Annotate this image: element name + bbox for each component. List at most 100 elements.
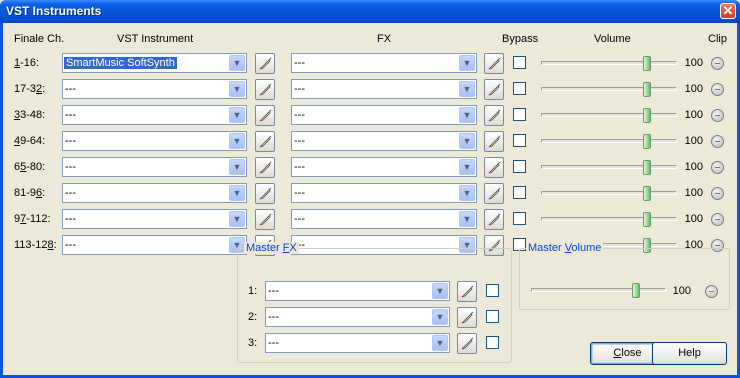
chevron-down-icon[interactable]: ▼	[459, 159, 475, 175]
title-bar[interactable]: VST Instruments ✕	[0, 0, 740, 23]
edit-master-fx-button[interactable]	[457, 307, 477, 328]
fx-select[interactable]: --- ▼	[291, 131, 477, 151]
volume-slider[interactable]	[541, 61, 677, 65]
vst-instrument-select[interactable]: --- ▼	[62, 235, 247, 255]
chevron-down-icon[interactable]: ▼	[229, 211, 245, 227]
edit-instrument-button[interactable]	[255, 131, 275, 152]
edit-fx-button[interactable]	[484, 131, 504, 152]
master-volume-slider[interactable]	[531, 288, 666, 292]
fx-select[interactable]: --- ▼	[291, 105, 477, 125]
clip-indicator-icon[interactable]	[711, 135, 724, 148]
chevron-down-icon[interactable]: ▼	[229, 185, 245, 201]
master-volume-value: 100	[672, 285, 691, 297]
edit-instrument-button[interactable]	[255, 53, 275, 74]
edit-instrument-button[interactable]	[255, 79, 275, 100]
edit-fx-button[interactable]	[484, 79, 504, 100]
clip-indicator-icon[interactable]	[711, 213, 724, 226]
fx-select[interactable]: --- ▼	[291, 53, 477, 73]
bypass-checkbox[interactable]	[513, 212, 526, 225]
fx-select[interactable]: --- ▼	[291, 183, 477, 203]
vst-instrument-select[interactable]: SmartMusic SoftSynth ▼	[62, 53, 247, 73]
master-volume-slider-thumb[interactable]	[632, 283, 640, 298]
fx-select[interactable]: --- ▼	[291, 79, 477, 99]
master-fx-select[interactable]: --- ▼	[265, 307, 450, 327]
volume-slider-thumb[interactable]	[643, 56, 651, 71]
chevron-down-icon[interactable]: ▼	[229, 107, 245, 123]
master-fx-bypass-checkbox[interactable]	[486, 310, 499, 323]
edit-master-fx-button[interactable]	[457, 281, 477, 302]
bypass-checkbox[interactable]	[513, 134, 526, 147]
vst-instrument-select[interactable]: --- ▼	[62, 209, 247, 229]
volume-slider[interactable]	[541, 191, 677, 195]
master-fx-select[interactable]: --- ▼	[265, 281, 450, 301]
help-button[interactable]: Help	[652, 342, 727, 365]
edit-fx-button[interactable]	[484, 157, 504, 178]
volume-slider-thumb[interactable]	[643, 82, 651, 97]
bypass-checkbox[interactable]	[513, 108, 526, 121]
vst-instrument-select[interactable]: --- ▼	[62, 105, 247, 125]
master-fx-select[interactable]: --- ▼	[265, 333, 450, 353]
volume-slider[interactable]	[541, 87, 677, 91]
edit-instrument-button[interactable]	[255, 105, 275, 126]
chevron-down-icon[interactable]: ▼	[229, 133, 245, 149]
dialog-client: Finale Ch. VST Instrument FX Bypass Volu…	[3, 23, 737, 375]
channel-label-pre: 113-12	[14, 239, 48, 251]
chevron-down-icon[interactable]: ▼	[432, 335, 448, 351]
fx-value: ---	[294, 187, 305, 199]
chevron-down-icon[interactable]: ▼	[432, 309, 448, 325]
bypass-checkbox[interactable]	[513, 160, 526, 173]
clip-indicator-icon[interactable]	[711, 109, 724, 122]
volume-slider-thumb[interactable]	[643, 186, 651, 201]
chevron-down-icon[interactable]: ▼	[459, 107, 475, 123]
volume-slider-thumb[interactable]	[643, 134, 651, 149]
bypass-checkbox[interactable]	[513, 56, 526, 69]
chevron-down-icon[interactable]: ▼	[459, 211, 475, 227]
volume-slider[interactable]	[541, 165, 677, 169]
volume-slider[interactable]	[541, 217, 677, 221]
volume-slider[interactable]	[541, 113, 677, 117]
chevron-down-icon[interactable]: ▼	[229, 159, 245, 175]
chevron-down-icon[interactable]: ▼	[459, 55, 475, 71]
fx-select[interactable]: --- ▼	[291, 157, 477, 177]
window-close-button[interactable]: ✕	[720, 3, 736, 19]
chevron-down-icon[interactable]: ▼	[459, 185, 475, 201]
volume-slider[interactable]	[541, 139, 677, 143]
master-fx-bypass-checkbox[interactable]	[486, 336, 499, 349]
vst-instrument-select[interactable]: --- ▼	[62, 79, 247, 99]
fx-select[interactable]: --- ▼	[291, 209, 477, 229]
header-clip: Clip	[708, 33, 727, 45]
edit-instrument-button[interactable]	[255, 183, 275, 204]
clip-indicator-icon[interactable]	[711, 187, 724, 200]
master-fx-slot-label: 1:	[248, 285, 258, 297]
master-clip-icon[interactable]	[705, 285, 718, 298]
clip-indicator-icon[interactable]	[711, 57, 724, 70]
vst-instrument-select[interactable]: --- ▼	[62, 183, 247, 203]
chevron-down-icon[interactable]: ▼	[432, 283, 448, 299]
edit-instrument-button[interactable]	[255, 209, 275, 230]
chevron-down-icon[interactable]: ▼	[229, 55, 245, 71]
chevron-down-icon[interactable]: ▼	[459, 81, 475, 97]
edit-fx-button[interactable]	[484, 183, 504, 204]
edit-fx-button[interactable]	[484, 105, 504, 126]
edit-instrument-button[interactable]	[255, 157, 275, 178]
edit-fx-button[interactable]	[484, 209, 504, 230]
channel-label: 17-32:	[14, 83, 64, 95]
edit-fx-button[interactable]	[484, 53, 504, 74]
channel-label: 97-112:	[14, 213, 64, 225]
master-fx-slot-label: 3:	[248, 337, 258, 349]
clip-indicator-icon[interactable]	[711, 161, 724, 174]
clip-indicator-icon[interactable]	[711, 83, 724, 96]
channel-label: 113-128:	[14, 239, 64, 251]
volume-slider-thumb[interactable]	[643, 160, 651, 175]
chevron-down-icon[interactable]: ▼	[229, 81, 245, 97]
channel-label-pre: 17-3	[14, 83, 37, 95]
bypass-checkbox[interactable]	[513, 82, 526, 95]
volume-slider-thumb[interactable]	[643, 108, 651, 123]
master-fx-bypass-checkbox[interactable]	[486, 284, 499, 297]
volume-slider-thumb[interactable]	[643, 212, 651, 227]
edit-master-fx-button[interactable]	[457, 333, 477, 354]
vst-instrument-select[interactable]: --- ▼	[62, 157, 247, 177]
vst-instrument-select[interactable]: --- ▼	[62, 131, 247, 151]
bypass-checkbox[interactable]	[513, 186, 526, 199]
chevron-down-icon[interactable]: ▼	[459, 133, 475, 149]
